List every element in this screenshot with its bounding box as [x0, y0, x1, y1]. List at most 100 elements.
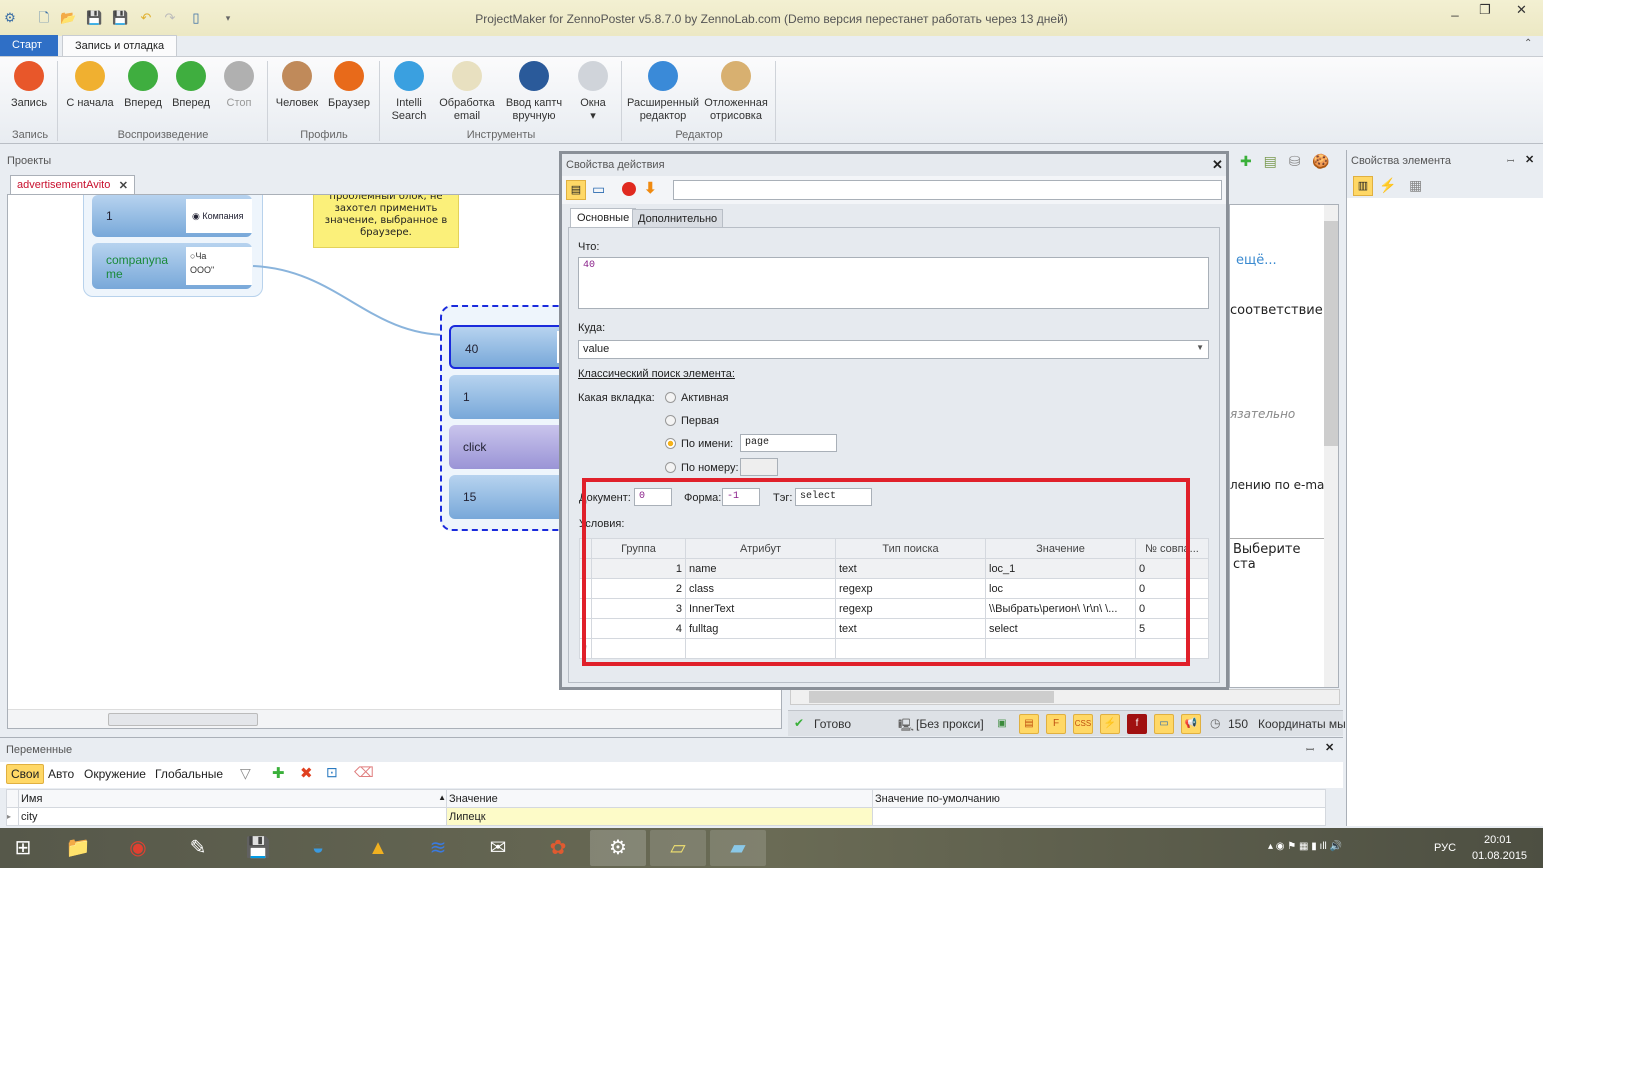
proxy-status[interactable]: [Без прокси]: [916, 717, 984, 731]
zennoposter-icon[interactable]: ⚙: [590, 830, 646, 866]
ribbon-button[interactable]: Стоп: [216, 61, 262, 110]
colorful-app-icon[interactable]: ✿: [530, 830, 586, 866]
add-variable-icon[interactable]: ✚: [272, 764, 285, 782]
tab-number-input[interactable]: [740, 458, 778, 476]
forms-toggle-icon[interactable]: F: [1046, 714, 1066, 734]
breakpoint-icon[interactable]: [622, 182, 636, 196]
browser-select[interactable]: Выберите ста: [1230, 538, 1325, 575]
column-header-name[interactable]: Имя ▲: [18, 789, 447, 808]
ribbon-button[interactable]: Обработка email: [436, 61, 498, 123]
scroll-thumb[interactable]: [108, 713, 258, 726]
properties-view-icon[interactable]: ▤: [566, 180, 586, 200]
move-down-icon[interactable]: ⬇: [644, 179, 657, 197]
tray-icons[interactable]: ▴ ◉ ⚑ ▦ ▮ ıll 🔊: [1268, 841, 1342, 852]
events-icon[interactable]: ⚡: [1379, 177, 1396, 194]
action-name-input[interactable]: [673, 180, 1222, 200]
save-app-icon[interactable]: 💾: [230, 830, 286, 866]
messenger-icon[interactable]: ◒: [290, 830, 346, 866]
stack-icon[interactable]: ≋: [410, 830, 466, 866]
chrome-icon[interactable]: ◉: [110, 830, 166, 866]
events-view-icon[interactable]: ▭: [592, 181, 605, 198]
radio-first[interactable]: Первая: [665, 415, 719, 427]
ribbon-button[interactable]: С начала: [62, 61, 118, 110]
window-app-icon[interactable]: ▰: [710, 830, 766, 866]
ribbon-button[interactable]: Браузер: [324, 61, 374, 110]
maximize-button[interactable]: ❐: [1470, 2, 1500, 18]
browser-link-more[interactable]: ещё...: [1236, 253, 1277, 268]
ribbon-button[interactable]: Вперед: [168, 61, 214, 110]
frames-toggle-icon[interactable]: ▤: [1019, 714, 1039, 734]
properties-view-icon[interactable]: ▥: [1353, 176, 1373, 196]
tab-additional[interactable]: Дополнительно: [632, 209, 724, 229]
column-header-value[interactable]: Значение: [446, 789, 873, 808]
flash-toggle-icon[interactable]: f: [1127, 714, 1147, 734]
tab-name-input[interactable]: page: [740, 434, 837, 452]
app-window: ⚙ 🗋 📂 💾 💾 ↶ ↷ ▯ ▾ ProjectMaker for Zenno…: [0, 0, 1543, 868]
tool-icon[interactable]: ✉: [470, 830, 526, 866]
tab-main[interactable]: Основные: [570, 208, 637, 227]
explorer-icon[interactable]: 📁: [50, 830, 106, 866]
column-header-default[interactable]: Значение по-умолчанию: [872, 789, 1326, 808]
sound-toggle-icon[interactable]: 📢: [1181, 714, 1201, 734]
table-row[interactable]: ▸ city Липецк: [6, 807, 1326, 826]
radio-by-number[interactable]: По номеру:: [665, 462, 739, 474]
scripts-toggle-icon[interactable]: ⚡: [1100, 714, 1120, 734]
variable-default[interactable]: [872, 807, 1326, 826]
close-panel-button[interactable]: ✕: [1525, 153, 1534, 166]
sort-icon[interactable]: ▦: [1409, 177, 1422, 194]
collapse-ribbon-icon[interactable]: ⌃: [1524, 38, 1532, 49]
minimize-button[interactable]: _: [1440, 2, 1470, 17]
clock-date[interactable]: 01.08.2015: [1472, 850, 1527, 862]
where-select[interactable]: value ▼: [578, 340, 1209, 359]
browser-horizontal-scrollbar[interactable]: [790, 689, 1340, 705]
clear-variable-icon[interactable]: ⌫: [354, 764, 374, 781]
ribbon-button[interactable]: Расширенный редактор: [626, 61, 700, 123]
tab-record-debug[interactable]: Запись и отладка: [62, 35, 178, 56]
variable-value[interactable]: Липецк: [446, 807, 873, 826]
clock-time[interactable]: 20:01: [1484, 834, 1512, 846]
browser-vertical-scrollbar[interactable]: [1324, 205, 1338, 687]
rename-variable-icon[interactable]: ⊡: [326, 764, 338, 781]
popups-toggle-icon[interactable]: ▭: [1154, 714, 1174, 734]
filter-auto[interactable]: Авто: [48, 767, 74, 781]
ribbon-button[interactable]: Запись: [6, 61, 52, 110]
ribbon-button[interactable]: Вперед: [120, 61, 166, 110]
horizontal-scrollbar[interactable]: [8, 709, 781, 728]
clear-cookies-icon[interactable]: 🍪: [1312, 153, 1329, 169]
delete-variable-icon[interactable]: ✖: [300, 764, 313, 782]
radio-by-name[interactable]: По имени:: [665, 438, 733, 450]
play-icon: [128, 61, 158, 91]
dialog-close-button[interactable]: ✕: [1212, 157, 1223, 173]
what-textarea[interactable]: 40: [578, 257, 1209, 309]
ribbon-button[interactable]: Окна ▾: [570, 61, 616, 123]
notes-icon[interactable]: ▱: [650, 830, 706, 866]
pin-icon[interactable]: ꟷ: [1306, 742, 1314, 756]
aimp-icon[interactable]: ▲: [350, 830, 406, 866]
ribbon-button[interactable]: Человек: [272, 61, 322, 110]
ribbon-button[interactable]: Отложенная отрисовка: [702, 61, 770, 123]
filter-environment[interactable]: Окружение: [84, 767, 146, 781]
language-indicator[interactable]: РУС: [1434, 842, 1456, 854]
css-toggle-icon[interactable]: CSS: [1073, 714, 1093, 734]
close-variables-button[interactable]: ✕: [1325, 741, 1334, 754]
ribbon-button[interactable]: Ввод каптч вручную: [500, 61, 568, 123]
filter-icon[interactable]: ▽: [240, 765, 251, 782]
close-tab-icon[interactable]: ✕: [119, 179, 128, 192]
filter-global[interactable]: Глобальные: [155, 767, 223, 781]
timeout-value[interactable]: 150: [1228, 717, 1248, 731]
project-tab[interactable]: advertisementAvito ✕: [10, 175, 135, 195]
page-source-icon[interactable]: ▤: [1264, 153, 1277, 169]
tab-start[interactable]: Старт: [0, 35, 58, 56]
pin-icon[interactable]: ꟷ: [1507, 154, 1514, 167]
browser-view[interactable]: ещё... соответствие язательно лению по e…: [1229, 204, 1339, 688]
app-icon[interactable]: ✎: [170, 830, 226, 866]
images-toggle-icon[interactable]: ▣: [992, 714, 1012, 734]
filter-own[interactable]: Свои: [6, 764, 45, 784]
close-button[interactable]: ✕: [1500, 2, 1543, 18]
add-icon[interactable]: ✚: [1240, 153, 1252, 169]
clear-cache-icon[interactable]: ⛁: [1289, 153, 1301, 169]
radio-active[interactable]: Активная: [665, 392, 728, 404]
variable-name[interactable]: city: [18, 807, 447, 826]
ribbon-button[interactable]: Intelli Search: [384, 61, 434, 123]
start-button[interactable]: ⊞: [0, 830, 46, 866]
